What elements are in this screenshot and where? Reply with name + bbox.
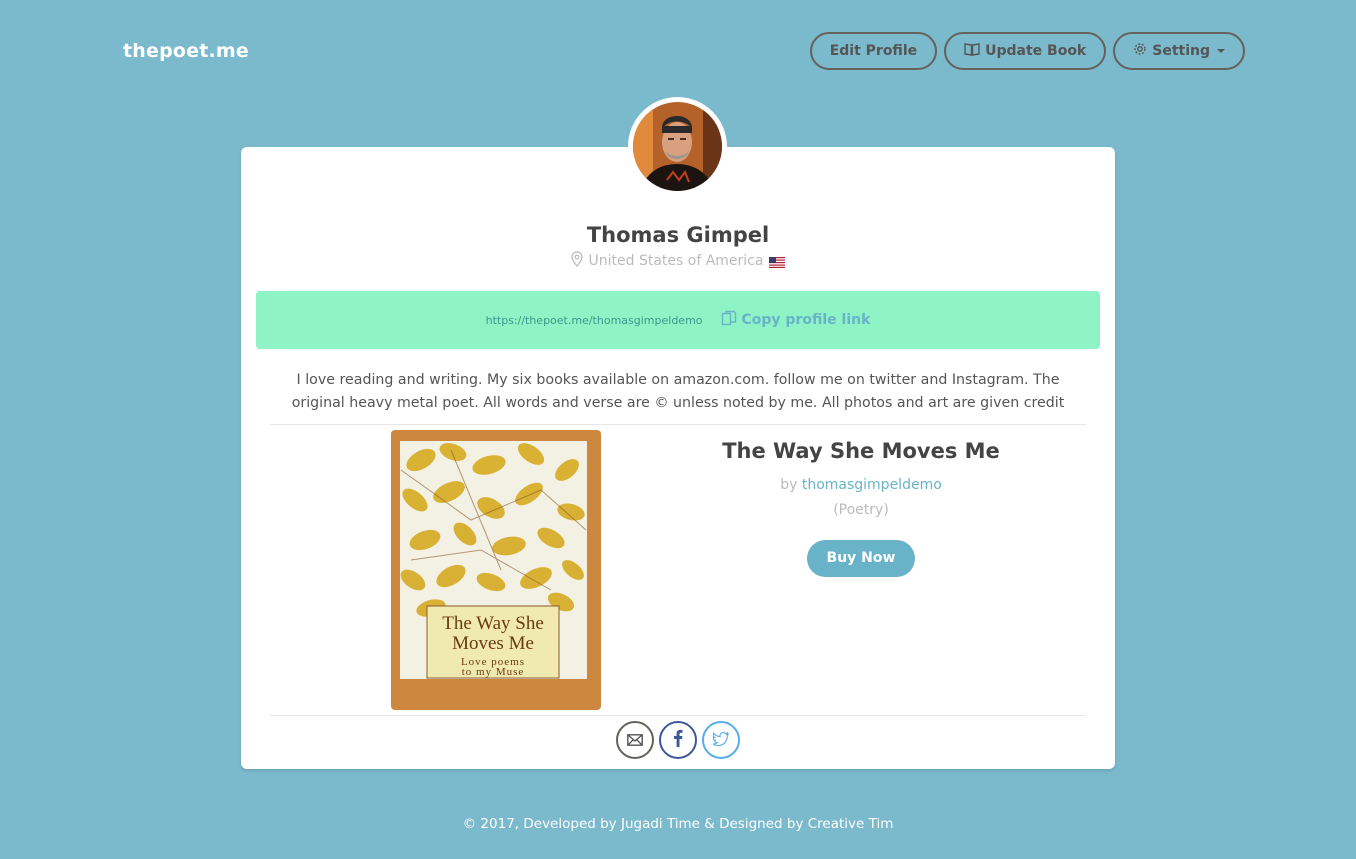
divider [270, 424, 1086, 425]
location-text: United States of America [588, 253, 764, 269]
divider [270, 715, 1086, 716]
setting-label: Setting [1152, 43, 1210, 59]
profile-bio: I love reading and writing. My six books… [291, 372, 1065, 411]
book-info: The Way She Moves Me by thomasgimpeldemo… [671, 437, 1051, 577]
edit-profile-label: Edit Profile [829, 43, 918, 59]
book-cover-image[interactable]: The Way She Moves Me Love poems to my Mu… [391, 430, 601, 710]
copy-icon [721, 310, 737, 330]
cover-subtitle-line2: to my Muse [462, 666, 525, 678]
by-prefix: by [780, 477, 798, 493]
share-twitter-button[interactable] [702, 721, 740, 759]
cover-title-line2: Moves Me [452, 633, 534, 654]
profile-link-box: https://thepoet.me/thomasgimpeldemo Copy… [256, 291, 1100, 349]
brand-logo[interactable]: thepoet.me [123, 40, 249, 62]
footer-credits: © 2017, Developed by Jugadi Time & Desig… [462, 816, 894, 832]
avatar[interactable] [628, 97, 727, 196]
mail-icon [627, 731, 643, 750]
copy-profile-link-label: Copy profile link [741, 312, 871, 328]
map-pin-icon [570, 251, 583, 271]
gear-icon [1133, 42, 1147, 60]
facebook-icon [673, 729, 683, 751]
update-book-label: Update Book [985, 43, 1087, 59]
profile-url[interactable]: https://thepoet.me/thomasgimpeldemo [486, 314, 703, 327]
book-author-link[interactable]: thomasgimpeldemo [802, 477, 942, 493]
book-icon [964, 42, 980, 60]
copy-profile-link-button[interactable]: Copy profile link [721, 310, 871, 330]
share-email-button[interactable] [616, 721, 654, 759]
update-book-button[interactable]: Update Book [944, 32, 1107, 70]
edit-profile-button[interactable]: Edit Profile [809, 32, 938, 70]
us-flag-icon [769, 256, 786, 268]
avatar-photo [633, 102, 722, 191]
book-author-line: by thomasgimpeldemo [671, 477, 1051, 493]
chevron-down-icon [1217, 49, 1225, 53]
social-share-bar [241, 721, 1115, 759]
profile-name: Thomas Gimpel [586, 223, 770, 247]
top-nav: Edit Profile Update Book Setting [809, 32, 1245, 70]
profile-card: Thomas Gimpel United States of America h… [241, 147, 1115, 769]
book-title: The Way She Moves Me [722, 439, 1000, 463]
profile-location: United States of America [241, 251, 1115, 271]
setting-dropdown-button[interactable]: Setting [1113, 32, 1245, 70]
share-facebook-button[interactable] [659, 721, 697, 759]
buy-now-button[interactable]: Buy Now [806, 540, 916, 577]
twitter-icon [711, 730, 729, 750]
cover-title-line1: The Way She [442, 613, 544, 634]
book-genre: (Poetry) [833, 502, 889, 518]
